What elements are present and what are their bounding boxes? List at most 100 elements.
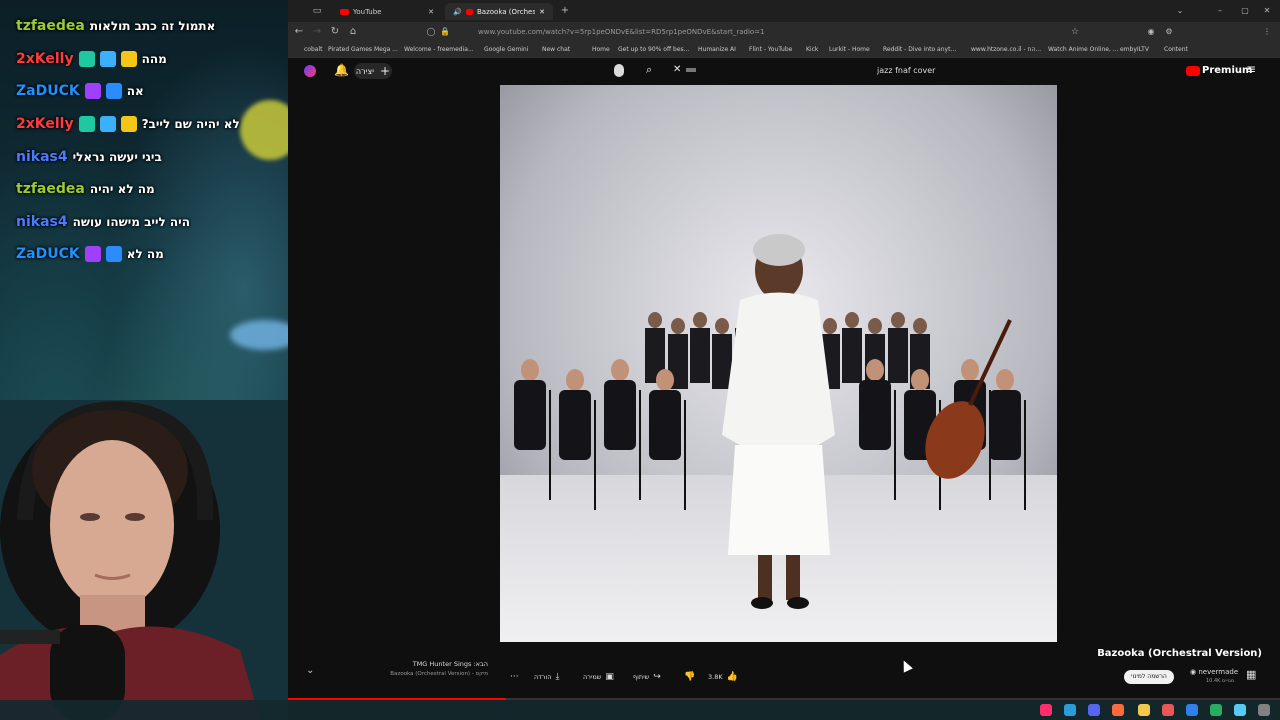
reload-icon[interactable]: ↻	[328, 25, 342, 39]
chat-badge-icon	[99, 50, 116, 67]
voice-search-icon[interactable]	[614, 64, 624, 77]
hamburger-menu-icon[interactable]: ≡	[1246, 62, 1256, 76]
app-icon-3[interactable]	[1210, 704, 1222, 716]
chat-username[interactable]: tzfaedea	[16, 18, 85, 34]
forward-icon[interactable]: →	[310, 25, 324, 39]
tab-list-icon[interactable]: ⌄	[1173, 4, 1187, 18]
up-next-label: TMG Hunter Sings :הבא	[412, 660, 488, 668]
up-next-sub: Bazooka (Orchestral Version) - מיקס	[390, 671, 488, 677]
shield-icon[interactable]: ◯	[424, 25, 438, 39]
chrome-icon[interactable]	[1162, 704, 1174, 716]
download-label: הורדה	[534, 672, 552, 681]
create-label: יצירה	[355, 66, 374, 76]
minimize-icon[interactable]: –	[1213, 4, 1227, 18]
chat-badge-icon	[105, 83, 122, 100]
tab-bazooka[interactable]: 🔊 Bazooka (Orchestral Version) ✕	[445, 3, 553, 20]
app-icon-4[interactable]	[1234, 704, 1246, 716]
bookmark-item[interactable]: Get up to 90% off bes...	[618, 46, 689, 53]
share-label: שיתוף	[633, 672, 650, 681]
search-input[interactable]: jazz fnaf cover	[877, 66, 935, 75]
musician-suit	[649, 390, 681, 460]
bookmark-item[interactable]: Reddit - Dive into anyt...	[883, 46, 956, 53]
bookmark-item[interactable]: Home	[592, 46, 610, 53]
lock-icon[interactable]: 🔒	[438, 25, 452, 39]
bookmark-item[interactable]: Flint - YouTube	[749, 46, 792, 53]
bookmark-item[interactable]: Google Gemini	[484, 46, 528, 53]
keyboard-icon[interactable]	[686, 68, 696, 72]
close-window-icon[interactable]: ✕	[1260, 4, 1274, 18]
app-icon-2[interactable]	[1186, 704, 1198, 716]
more-actions-button[interactable]: ···	[510, 669, 519, 684]
tab-label: Bazooka (Orchestral Version)	[476, 7, 536, 16]
close-tab-icon[interactable]: ✕	[539, 8, 545, 16]
steam-icon[interactable]	[1064, 704, 1076, 716]
notifications-bell-icon[interactable]: 🔔	[334, 63, 349, 77]
bookmark-item[interactable]: embyILTV	[1120, 46, 1149, 53]
channel-name-text: nevermade	[1198, 668, 1239, 676]
back-icon[interactable]: ←	[292, 25, 306, 39]
audio-playing-icon[interactable]: 🔊	[453, 8, 462, 16]
chat-username[interactable]: nikas4	[16, 214, 68, 230]
choir-member	[693, 312, 707, 328]
chat-username[interactable]: 2xKelly	[16, 51, 74, 67]
chat-message: ZaDUCK מה לא	[16, 238, 286, 271]
app-icon-1[interactable]	[1040, 704, 1052, 716]
discord-icon[interactable]	[1088, 704, 1100, 716]
folder-icon[interactable]	[1138, 704, 1150, 716]
premium-label[interactable]: Premium	[1202, 65, 1252, 76]
musician	[961, 359, 979, 381]
subscribe-button[interactable]: הרשמה למינוי	[1124, 670, 1174, 684]
chat-username[interactable]: ZaDUCK	[16, 246, 80, 262]
channel-menu-icon[interactable]: ▦	[1246, 668, 1256, 681]
avatar[interactable]	[304, 65, 316, 77]
youtube-favicon-icon	[465, 8, 473, 15]
tab-actions-icon[interactable]: ▭	[310, 4, 324, 18]
chat-username[interactable]: ZaDUCK	[16, 83, 80, 99]
channel-name[interactable]: ◉ nevermade	[1190, 668, 1238, 676]
plus-icon: +	[380, 64, 391, 78]
youtube-logo-icon[interactable]	[1186, 66, 1200, 76]
video-player[interactable]	[500, 85, 1057, 642]
home-icon[interactable]: ⌂	[346, 25, 360, 39]
create-button[interactable]: יצירה +	[354, 63, 392, 79]
search-icon[interactable]: ⌕	[646, 63, 652, 77]
bookmark-item[interactable]: Content	[1164, 46, 1188, 53]
chat-username[interactable]: tzfaedea	[16, 181, 85, 197]
extensions-icon[interactable]: ⚙	[1162, 25, 1176, 39]
bookmark-item[interactable]: Welcome - freemedia...	[404, 46, 474, 53]
bookmark-item[interactable]: Kick	[806, 46, 818, 53]
download-button[interactable]: הורדה ⤓	[534, 669, 559, 684]
bookmark-item[interactable]: Humanize AI	[698, 46, 736, 53]
share-button[interactable]: שיתוף ↪	[633, 669, 661, 684]
like-button[interactable]: 3.8K 👍	[708, 669, 738, 684]
bookmark-item[interactable]: Lurkit - Home	[829, 46, 870, 53]
profile-icon[interactable]: ◉	[1144, 25, 1158, 39]
download-icon: ⤓	[555, 671, 560, 682]
browser-icon[interactable]	[1112, 704, 1124, 716]
clear-search-icon[interactable]: ✕	[673, 64, 681, 75]
chat-text: אתמול זה כתב תולאות	[89, 19, 216, 34]
up-next[interactable]: TMG Hunter Sings :הבא Bazooka (Orchestra…	[388, 660, 488, 677]
bookmark-item[interactable]: Watch Anime Online, ...	[1048, 46, 1119, 53]
bookmark-item[interactable]: Pirated Games Mega ...	[328, 46, 398, 53]
save-button[interactable]: שמירה ▣	[583, 669, 614, 684]
bookmark-item[interactable]: New chat	[542, 46, 570, 53]
new-tab-icon[interactable]: +	[558, 4, 572, 18]
app-icon-5[interactable]	[1258, 704, 1270, 716]
chat-username[interactable]: 2xKelly	[16, 116, 74, 132]
chat-badge-icon	[78, 116, 95, 133]
tab-youtube[interactable]: YouTube ✕	[332, 3, 442, 20]
browser-window: ▭ YouTube ✕ 🔊 Bazooka (Orchestral Versio…	[288, 0, 1280, 720]
bookmark-star-icon[interactable]: ☆	[1068, 25, 1082, 39]
expand-chevron-icon[interactable]: ⌄	[306, 665, 314, 676]
menu-icon[interactable]: ⋮	[1260, 25, 1274, 39]
url-field[interactable]: www.youtube.com/watch?v=5rp1peONDvE&list…	[478, 26, 998, 39]
close-tab-icon[interactable]: ✕	[428, 8, 434, 16]
maximize-icon[interactable]: ▢	[1238, 4, 1252, 18]
bookmark-item[interactable]: cobalt	[304, 46, 322, 53]
bookmark-item[interactable]: www.htzone.co.il - הח...	[971, 46, 1041, 53]
chat-username[interactable]: nikas4	[16, 149, 68, 165]
musician	[656, 369, 674, 391]
choir-member	[715, 318, 729, 334]
dislike-icon[interactable]: 👎	[684, 669, 695, 684]
